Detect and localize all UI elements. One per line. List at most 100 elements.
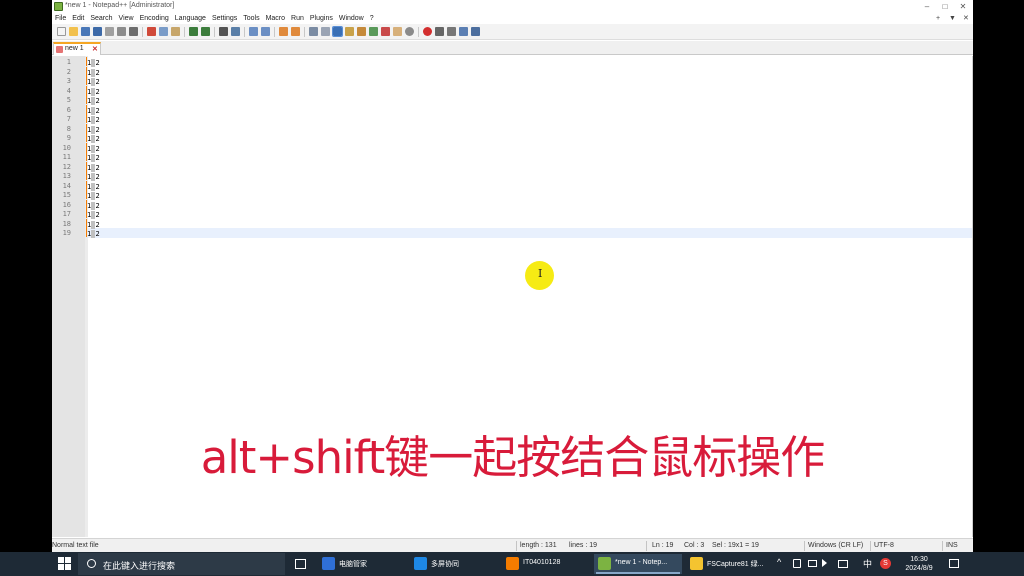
copy-icon[interactable] (159, 27, 168, 36)
task-view-icon[interactable] (295, 559, 306, 569)
save-macro-icon[interactable] (471, 27, 480, 36)
code-line[interactable]: 1 2 (86, 180, 100, 191)
tray-overflow-chevron-icon[interactable]: ^ (777, 557, 781, 567)
save-all-icon[interactable] (93, 27, 102, 36)
taskbar-app-label: 电脑管家 (339, 561, 367, 568)
cut-icon[interactable] (147, 27, 156, 36)
tray-app-icon[interactable] (793, 559, 801, 568)
windows-start-icon[interactable] (58, 557, 71, 570)
menu-run[interactable]: Run (291, 14, 304, 24)
menu-edit[interactable]: Edit (72, 14, 84, 24)
system-clock[interactable]: 16:30 2024/8/9 (893, 555, 945, 573)
taskbar-app-pc-manager[interactable]: 电脑管家 (318, 554, 404, 574)
menu-help[interactable]: ? (370, 14, 374, 24)
taskbar-app-it-doc[interactable]: IT04010128 (502, 554, 590, 574)
menu-macro[interactable]: Macro (266, 14, 285, 24)
title-bar[interactable]: *new 1 - Notepad++ [Administrator] – □ ✕ (52, 0, 973, 13)
taskbar-app-multiscreen[interactable]: 多屏协同 (410, 554, 498, 574)
close-window-button[interactable]: ✕ (956, 1, 970, 12)
play-macro-icon[interactable] (447, 27, 456, 36)
minimize-button[interactable]: – (920, 1, 934, 12)
code-line[interactable]: 1 2 (86, 57, 100, 67)
run-macro-multiple-icon[interactable] (459, 27, 468, 36)
tab-list-down-button[interactable]: ▼ (949, 14, 956, 24)
replace-icon[interactable] (231, 27, 240, 36)
notepadpp-window: *new 1 - Notepad++ [Administrator] – □ ✕… (52, 0, 973, 552)
undo-icon[interactable] (189, 27, 198, 36)
folder-as-workspace-icon[interactable] (381, 27, 390, 36)
editor-area[interactable]: 11 221 231 241 251 261 271 281 291 2 10 1 … (52, 56, 973, 537)
close-doc-button[interactable]: ✕ (963, 14, 969, 24)
taskbar-app-notepadpp[interactable]: *new 1 - Notep... (594, 554, 682, 574)
search-icon (87, 559, 96, 568)
new-tab-plus-button[interactable]: + (936, 14, 940, 24)
function-list-icon[interactable] (369, 27, 378, 36)
open-folder-icon[interactable] (69, 27, 78, 36)
taskbar-app-fscapture[interactable]: FSCapture81 绿... (686, 554, 774, 574)
status-eol[interactable]: Windows (CR LF) (808, 542, 863, 549)
monitoring-icon[interactable] (393, 27, 402, 36)
notification-center-icon[interactable] (949, 559, 959, 568)
taskbar-app-label: *new 1 - Notep... (615, 559, 668, 566)
code-line[interactable]: 1 2 (86, 114, 100, 124)
paste-icon[interactable] (171, 27, 180, 36)
save-icon[interactable] (81, 27, 90, 36)
tab-new-1[interactable]: new 1 ✕ (53, 42, 101, 55)
project-panel-icon[interactable] (405, 27, 414, 36)
record-macro-icon[interactable] (423, 27, 432, 36)
network-icon[interactable] (808, 560, 817, 567)
menu-window[interactable]: Window (339, 14, 364, 24)
menu-language[interactable]: Language (175, 14, 206, 24)
sync-vertical-icon[interactable] (279, 27, 288, 36)
taskbar-search-box[interactable]: 在此键入进行搜索 (78, 553, 285, 575)
menu-settings[interactable]: Settings (212, 14, 237, 24)
code-line[interactable]: 1 2 (86, 152, 100, 162)
code-line[interactable]: 1 2 (86, 218, 100, 229)
input-method-app-icon[interactable]: S (880, 558, 891, 569)
code-line[interactable]: 1 2 (86, 104, 100, 115)
find-icon[interactable] (219, 27, 228, 36)
maximize-button[interactable]: □ (938, 1, 952, 12)
code-line[interactable]: 1 2 (86, 190, 100, 200)
print-icon[interactable] (129, 27, 138, 36)
menu-tools[interactable]: Tools (243, 14, 259, 24)
new-file-icon[interactable] (57, 27, 66, 36)
code-line[interactable]: 1 2 (86, 161, 100, 172)
user-language-icon[interactable] (345, 27, 354, 36)
line-number: 9 (66, 134, 71, 142)
status-encoding[interactable]: UTF-8 (874, 542, 894, 549)
doc-map-icon[interactable] (357, 27, 366, 36)
code-line[interactable]: 1 2 (86, 95, 100, 105)
show-all-chars-icon[interactable] (321, 27, 330, 36)
code-line[interactable]: 1 2 (86, 85, 100, 96)
display-icon[interactable] (838, 560, 848, 568)
sync-horizontal-icon[interactable] (291, 27, 300, 36)
code-line[interactable]: 1 2 (86, 209, 100, 219)
redo-icon[interactable] (201, 27, 210, 36)
code-line[interactable]: 1 2 (86, 76, 100, 86)
word-wrap-icon[interactable] (309, 27, 318, 36)
menu-plugins[interactable]: Plugins (310, 14, 333, 24)
code-line[interactable]: 1 2 (86, 142, 100, 153)
menu-search[interactable]: Search (90, 14, 112, 24)
indent-guide-icon[interactable] (332, 26, 343, 37)
zoom-out-icon[interactable] (261, 27, 270, 36)
code-line[interactable]: 1 2 (86, 66, 100, 77)
close-file-icon[interactable] (105, 27, 114, 36)
code-line[interactable]: 1 2 (86, 228, 100, 238)
menu-view[interactable]: View (119, 14, 134, 24)
code-line[interactable]: 1 2 (86, 133, 100, 143)
menu-file[interactable]: File (55, 14, 66, 24)
status-separator (870, 541, 871, 551)
code-line[interactable]: 1 2 (86, 199, 100, 210)
code-line[interactable]: 1 2 (86, 171, 100, 181)
tab-close-icon[interactable]: ✕ (92, 45, 98, 53)
zoom-in-icon[interactable] (249, 27, 258, 36)
close-all-icon[interactable] (117, 27, 126, 36)
menu-encoding[interactable]: Encoding (140, 14, 169, 24)
volume-icon[interactable] (822, 559, 827, 567)
stop-macro-icon[interactable] (435, 27, 444, 36)
status-insert-mode[interactable]: INS (946, 542, 958, 549)
ime-indicator[interactable]: 中 (863, 557, 872, 570)
code-line[interactable]: 1 2 (86, 123, 100, 134)
